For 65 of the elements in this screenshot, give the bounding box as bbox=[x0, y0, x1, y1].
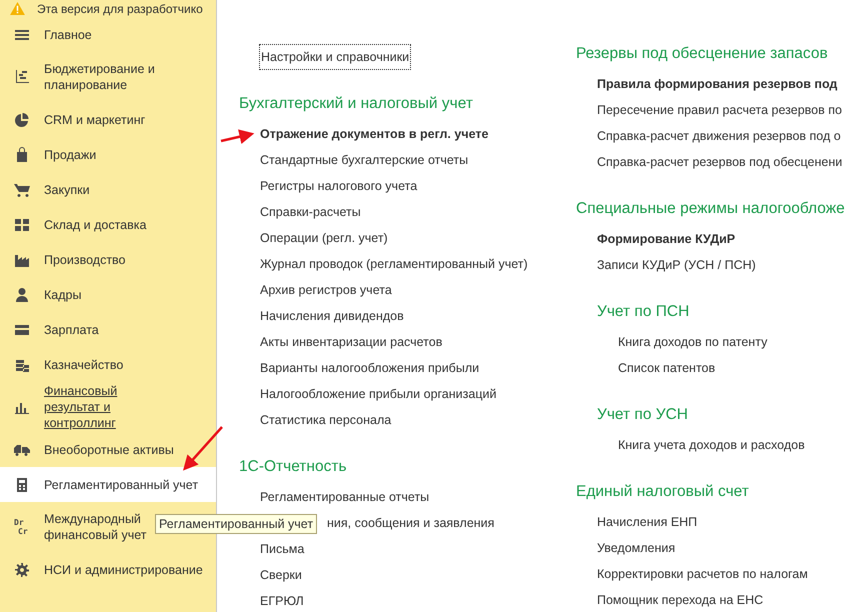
subsection-heading: Учет по ПСН bbox=[597, 302, 690, 322]
sidebar-item[interactable]: CRM и маркетинг bbox=[44, 112, 146, 128]
grid-icon bbox=[14, 216, 30, 232]
sidebar-item[interactable]: Закупки bbox=[44, 182, 90, 198]
section-heading: Специальные режимы налогообложе bbox=[576, 199, 845, 219]
debit-credit-icon: Dr Cr bbox=[14, 518, 30, 536]
arrow-annotation bbox=[220, 129, 254, 144]
nav-link[interactable]: Правила формирования резервов под bbox=[597, 77, 838, 91]
cart-icon bbox=[14, 182, 30, 198]
chart-icon bbox=[14, 69, 30, 85]
nav-link[interactable]: Архив регистров учета bbox=[260, 283, 392, 297]
nav-link[interactable]: Пересечение правил расчета резервов по bbox=[597, 103, 842, 117]
sidebar-item[interactable]: Кадры bbox=[44, 286, 82, 302]
nav-link[interactable]: Стандартные бухгалтерские отчеты bbox=[260, 153, 468, 167]
sidebar-item[interactable]: НСИ и администрирование bbox=[44, 562, 203, 578]
sidebar-item[interactable]: Производство bbox=[44, 252, 126, 268]
sidebar-item[interactable]: Казначейство bbox=[44, 356, 124, 372]
nav-link[interactable]: Справки-расчеты bbox=[260, 205, 361, 219]
nav-link[interactable]: Операции (регл. учет) bbox=[260, 231, 388, 245]
calculator-icon bbox=[14, 476, 30, 492]
nav-link[interactable]: Сверки bbox=[260, 568, 302, 582]
nav-link[interactable]: Регистры налогового учета bbox=[260, 179, 418, 193]
arrow-annotation bbox=[183, 426, 223, 471]
nav-link[interactable]: Книга учета доходов и расходов bbox=[618, 438, 805, 452]
sidebar-item[interactable]: Бюджетирование и планирование bbox=[44, 61, 159, 93]
nav-link[interactable]: Корректировки расчетов по налогам bbox=[597, 567, 808, 581]
nav-link[interactable]: Начисления ЕНП bbox=[597, 515, 698, 529]
nav-link[interactable]: Журнал проводок (регламентированный учет) bbox=[260, 257, 528, 271]
settings-link[interactable]: Настройки и справочники bbox=[259, 44, 412, 70]
nav-link[interactable]: Справка-расчет резервов под обесценени bbox=[597, 155, 842, 169]
section-heading: 1С-Отчетность bbox=[239, 457, 348, 477]
nav-link[interactable]: Справка-расчет движения резервов под о bbox=[597, 129, 841, 143]
shopping-bag-icon bbox=[14, 146, 30, 162]
nav-link[interactable]: Акты инвентаризации расчетов bbox=[260, 335, 442, 349]
nav-link[interactable]: Варианты налогообложения прибыли bbox=[260, 361, 480, 375]
tooltip: Регламентированный учет bbox=[155, 514, 318, 534]
section-heading: Единый налоговый счет bbox=[576, 482, 750, 502]
nav-link[interactable]: Регламентированные отчеты bbox=[260, 490, 430, 504]
developer-version-notice: Эта версия для разработчико bbox=[37, 2, 203, 16]
sidebar-item[interactable]: Внеоборотные активы bbox=[44, 442, 174, 458]
nav-link[interactable]: Письма bbox=[260, 542, 304, 556]
person-icon bbox=[14, 286, 30, 302]
section-heading: Бухгалтерский и налоговый учет bbox=[239, 94, 474, 114]
warning-icon bbox=[10, 2, 25, 15]
nav-link[interactable]: Статистика персонала bbox=[260, 413, 392, 427]
section-heading: Резервы под обесценение запасов bbox=[576, 44, 829, 64]
nav-link[interactable]: Книга доходов по патенту bbox=[618, 335, 768, 349]
nav-link[interactable]: Помощник перехода на ЕНС bbox=[597, 593, 764, 607]
settings-icon bbox=[14, 562, 30, 578]
nav-link[interactable]: Список патентов bbox=[618, 361, 716, 375]
nav-link[interactable]: Начисления дивидендов bbox=[260, 309, 404, 323]
nav-link[interactable]: Уведомления bbox=[597, 541, 676, 555]
sidebar-item[interactable]: Главное bbox=[44, 26, 92, 42]
subsection-heading: Учет по УСН bbox=[597, 405, 689, 425]
sidebar-item[interactable]: Финансовый результат и контроллинг bbox=[44, 383, 159, 431]
pie-chart-icon bbox=[14, 112, 30, 128]
sidebar-item[interactable]: Склад и доставка bbox=[44, 216, 146, 232]
nav-link[interactable]: Налогообложение прибыли организаций bbox=[260, 387, 496, 401]
nav-link[interactable]: ния, сообщения и заявления bbox=[327, 516, 494, 530]
nav-link[interactable]: ЕГРЮЛ bbox=[260, 594, 304, 608]
nav-link[interactable]: Формирование КУДиР bbox=[597, 232, 736, 246]
nav-link[interactable]: Отражение документов в регл. учете bbox=[260, 127, 488, 141]
sidebar-item[interactable]: Зарплата bbox=[44, 322, 99, 338]
nav-link[interactable]: Записи КУДиР (УСН / ПСН) bbox=[597, 258, 756, 272]
sidebar-item[interactable]: Продажи bbox=[44, 146, 96, 162]
